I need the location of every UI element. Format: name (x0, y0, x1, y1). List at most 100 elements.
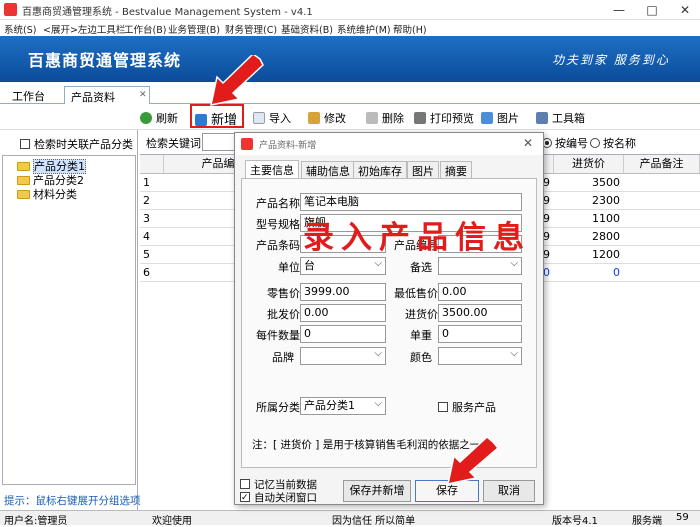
purchase-label: 进货价 (405, 308, 438, 321)
dtab-stock[interactable]: 初始库存 (353, 161, 407, 178)
retail-label: 零售价 (267, 287, 300, 300)
dtab-main[interactable]: 主要信息 (245, 160, 299, 179)
checkbox-icon (240, 479, 250, 489)
pack-label: 每件数量 (256, 329, 300, 342)
grid-rownum-header (140, 155, 164, 174)
dialog-titlebar: 产品资料-新增 ✕ (235, 133, 543, 155)
print-preview-button[interactable]: 打印预览 (414, 110, 474, 126)
brand-label: 品牌 (272, 351, 294, 364)
grid-header-purchase[interactable]: 进货价 (554, 155, 624, 174)
refresh-button[interactable]: 刷新 (140, 110, 178, 126)
purchase-field[interactable]: 3500.00 (438, 304, 522, 322)
retail-field[interactable]: 3999.00 (300, 283, 386, 301)
tab-product-data[interactable]: 产品资料 ✕ (64, 86, 150, 104)
model-label: 型号规格 (256, 218, 300, 231)
dialog-title: 产品资料-新增 (259, 141, 317, 151)
import-icon (253, 112, 265, 124)
unit-select[interactable]: 台 (300, 257, 386, 275)
radio-by-code[interactable]: 按编号 (542, 135, 588, 151)
menu-business[interactable]: 业务管理(B) (168, 22, 220, 36)
dialog-close-button[interactable]: ✕ (523, 136, 533, 150)
dtab-aux[interactable]: 辅助信息 (301, 161, 355, 178)
status-bar: 用户名:管理员 欢迎使用 因为信任 所以简单 版本号4.1 服务端 59 (0, 510, 700, 527)
weight-field[interactable]: 0 (438, 325, 522, 343)
maximize-button[interactable]: □ (643, 2, 661, 18)
color-label: 颜色 (410, 351, 432, 364)
dialog-app-icon (241, 138, 253, 150)
tools-icon (308, 112, 320, 124)
folder-icon (17, 162, 30, 171)
category-select[interactable]: 产品分类1 (300, 397, 386, 415)
minprice-label: 最低售价 (394, 287, 438, 300)
printer-icon (414, 112, 426, 124)
minimize-button[interactable]: — (610, 2, 628, 18)
folder-icon (17, 176, 30, 185)
wholesale-label: 批发价 (267, 308, 300, 321)
picture-icon (481, 112, 493, 124)
name-field[interactable]: 笔记本电脑 (300, 193, 522, 211)
alt-select[interactable] (438, 257, 522, 275)
edit-button[interactable]: 修改 (308, 110, 346, 126)
window-titlebar: 百惠商贸通管理系统 - Bestvalue Management System … (0, 0, 700, 20)
unit-label: 单位 (278, 261, 300, 274)
name-label: 产品名称 (256, 197, 300, 210)
tab-workbench[interactable]: 工作台 (6, 86, 51, 104)
folder-icon (17, 190, 30, 199)
tab-product-data-label: 产品资料 (71, 91, 115, 104)
search-label: 检索关键词 (146, 137, 201, 150)
checkbox-icon (20, 139, 30, 149)
grid-header-remark[interactable]: 产品备注 (624, 155, 700, 174)
service-product-checkbox[interactable]: 服务产品 (438, 399, 496, 415)
brand-select[interactable] (300, 347, 386, 365)
minprice-field[interactable]: 0.00 (438, 283, 522, 301)
annotation-arrow-icon (210, 55, 264, 106)
dtab-summary[interactable]: 摘要 (440, 161, 472, 178)
refresh-icon (140, 112, 152, 124)
menu-basedata[interactable]: 基础资料(B) (281, 22, 333, 36)
save-and-new-button[interactable]: 保存并新增 (343, 480, 411, 502)
radio-by-name[interactable]: 按名称 (590, 135, 636, 151)
color-select[interactable] (438, 347, 522, 365)
annotation-text: 录入产品信息 (303, 220, 531, 256)
checkbox-icon (438, 402, 448, 412)
trash-icon (366, 112, 378, 124)
weight-label: 单重 (410, 329, 432, 342)
toolbar: 刷新 新增 导入 修改 删除 打印预览 图片 工具箱 (0, 104, 700, 130)
toolbox-button[interactable]: 工具箱 (536, 110, 585, 126)
annotation-arrow-icon (447, 438, 500, 485)
window-title: 百惠商贸通管理系统 - Bestvalue Management System … (22, 7, 313, 18)
picture-button[interactable]: 图片 (481, 110, 519, 126)
wholesale-field[interactable]: 0.00 (300, 304, 386, 322)
hint-text: 提示：鼠标右键展开分组选项 (4, 495, 141, 507)
radio-icon (590, 138, 600, 148)
status-extra: 59 (676, 512, 689, 523)
menu-maintenance[interactable]: 系统维护(M) (337, 22, 391, 36)
tab-close-icon[interactable]: ✕ (139, 90, 147, 100)
dtab-picture[interactable]: 图片 (407, 161, 439, 178)
import-button[interactable]: 导入 (253, 110, 291, 126)
pack-field[interactable]: 0 (300, 325, 386, 343)
app-banner: 百惠商贸通管理系统 功夫到家 服务到心 (0, 36, 700, 82)
search-related-checkbox[interactable]: 检索时关联产品分类 (20, 136, 133, 152)
menu-workbench[interactable]: 工作台(B) (124, 22, 166, 36)
menu-expand-toolbar[interactable]: <展开>左边工具栏 (43, 22, 125, 36)
category-tree: 产品分类1 产品分类2 材料分类 (2, 155, 136, 485)
app-icon (4, 3, 17, 16)
category-label: 所属分类 (256, 401, 300, 414)
close-window-button[interactable]: ✕ (676, 2, 694, 18)
delete-button[interactable]: 删除 (366, 110, 404, 126)
app-name: 百惠商贸通管理系统 (28, 51, 182, 70)
menu-help[interactable]: 帮助(H) (393, 22, 427, 36)
toolbox-icon (536, 112, 548, 124)
tree-item-materials[interactable]: 材料分类 (17, 186, 77, 202)
category-panel: 检索时关联产品分类 产品分类1 产品分类2 材料分类 (0, 130, 138, 510)
menu-finance[interactable]: 财务管理(C) (225, 22, 277, 36)
checkbox-checked-icon (240, 492, 250, 502)
barcode-label: 产品条码 (256, 239, 300, 252)
app-slogan: 功夫到家 服务到心 (552, 53, 670, 67)
alt-label: 备选 (410, 261, 432, 274)
autoclose-checkbox[interactable]: 自动关闭窗口 (240, 490, 317, 505)
menu-system[interactable]: 系统(S) (4, 22, 36, 36)
document-tabs: 工作台 产品资料 ✕ (0, 82, 700, 104)
menu-bar: 系统(S) <展开>左边工具栏 工作台(B) 业务管理(B) 财务管理(C) 基… (0, 20, 700, 36)
